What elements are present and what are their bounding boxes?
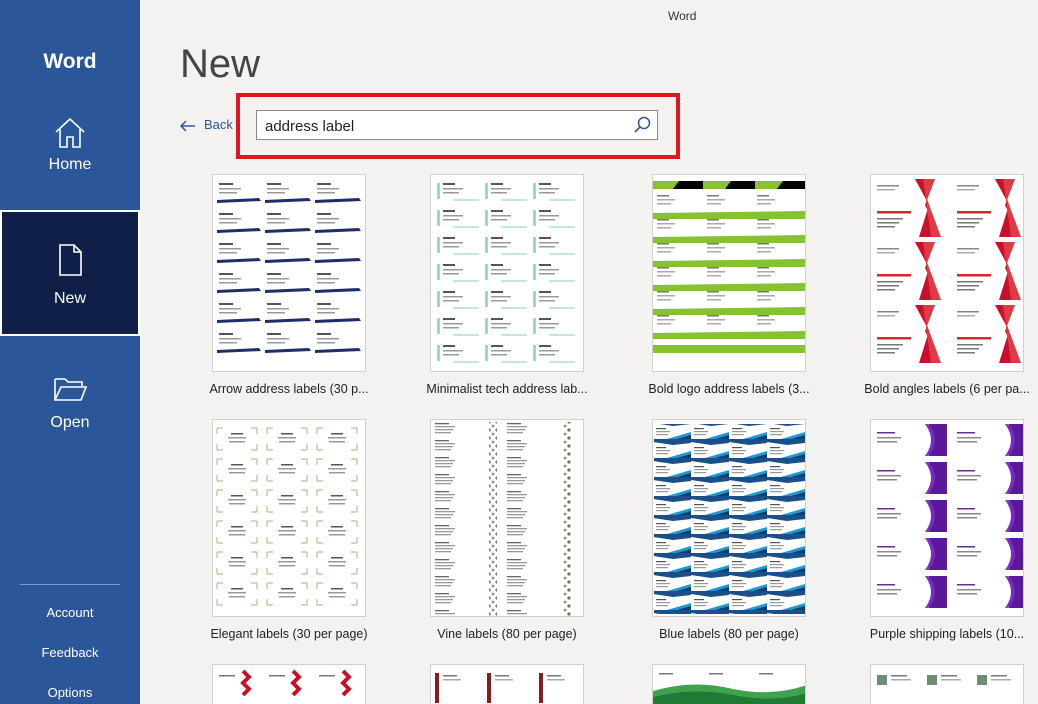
window-title: Word — [668, 9, 697, 23]
arrow-labels-thumbnail — [212, 174, 366, 372]
back-label: Back — [204, 117, 233, 132]
template-thumbnail-partial[interactable] — [212, 664, 366, 704]
bold-logo-labels-thumbnail — [652, 174, 806, 372]
new-document-icon — [2, 242, 138, 278]
search-icon[interactable] — [633, 116, 651, 139]
sidebar-divider — [20, 584, 120, 585]
template-thumbnail-partial[interactable] — [652, 664, 806, 704]
template-caption: Minimalist tech address lab... — [426, 382, 588, 396]
search-input[interactable] — [257, 111, 637, 141]
bold-angles-labels-thumbnail — [870, 174, 1024, 372]
sidebar-item-feedback[interactable]: Feedback — [0, 645, 140, 660]
template-caption: Blue labels (80 per page) — [659, 627, 799, 641]
sidebar-item-label: Home — [48, 156, 92, 173]
template-thumbnail-partial[interactable] — [430, 664, 584, 704]
template-caption: Vine labels (80 per page) — [437, 627, 577, 641]
arrow-left-icon — [179, 117, 204, 132]
back-button[interactable]: Back — [179, 117, 233, 132]
app-brand: Word — [43, 50, 97, 73]
template-caption: Purple shipping labels (10... — [869, 627, 1025, 641]
template-caption: Elegant labels (30 per page) — [210, 627, 368, 641]
sidebar-item-new[interactable]: New — [0, 210, 140, 336]
sidebar-item-label: Open — [50, 414, 90, 431]
folder-open-icon — [0, 374, 140, 404]
minimalist-tech-labels-thumbnail — [430, 174, 584, 372]
template-caption: Arrow address labels (30 p... — [209, 382, 369, 396]
home-icon — [0, 116, 140, 150]
elegant-labels-thumbnail — [212, 419, 366, 617]
sidebar-item-account[interactable]: Account — [0, 605, 140, 620]
sidebar-item-open[interactable]: Open — [0, 364, 140, 490]
purple-shipping-labels-thumbnail — [870, 419, 1024, 617]
sidebar-item-options[interactable]: Options — [0, 685, 140, 700]
template-caption: Bold angles labels (6 per pa... — [864, 382, 1030, 396]
sidebar: Word Home New Open Account Feedback Opti… — [0, 0, 140, 704]
template-thumbnail-partial[interactable] — [870, 664, 1024, 704]
search-box[interactable] — [256, 110, 658, 141]
sidebar-item-label: New — [53, 290, 86, 307]
vine-labels-thumbnail — [430, 419, 584, 617]
blue-labels-thumbnail — [652, 419, 806, 617]
page-title: New — [180, 42, 261, 86]
template-caption: Bold logo address labels (3... — [648, 382, 810, 396]
